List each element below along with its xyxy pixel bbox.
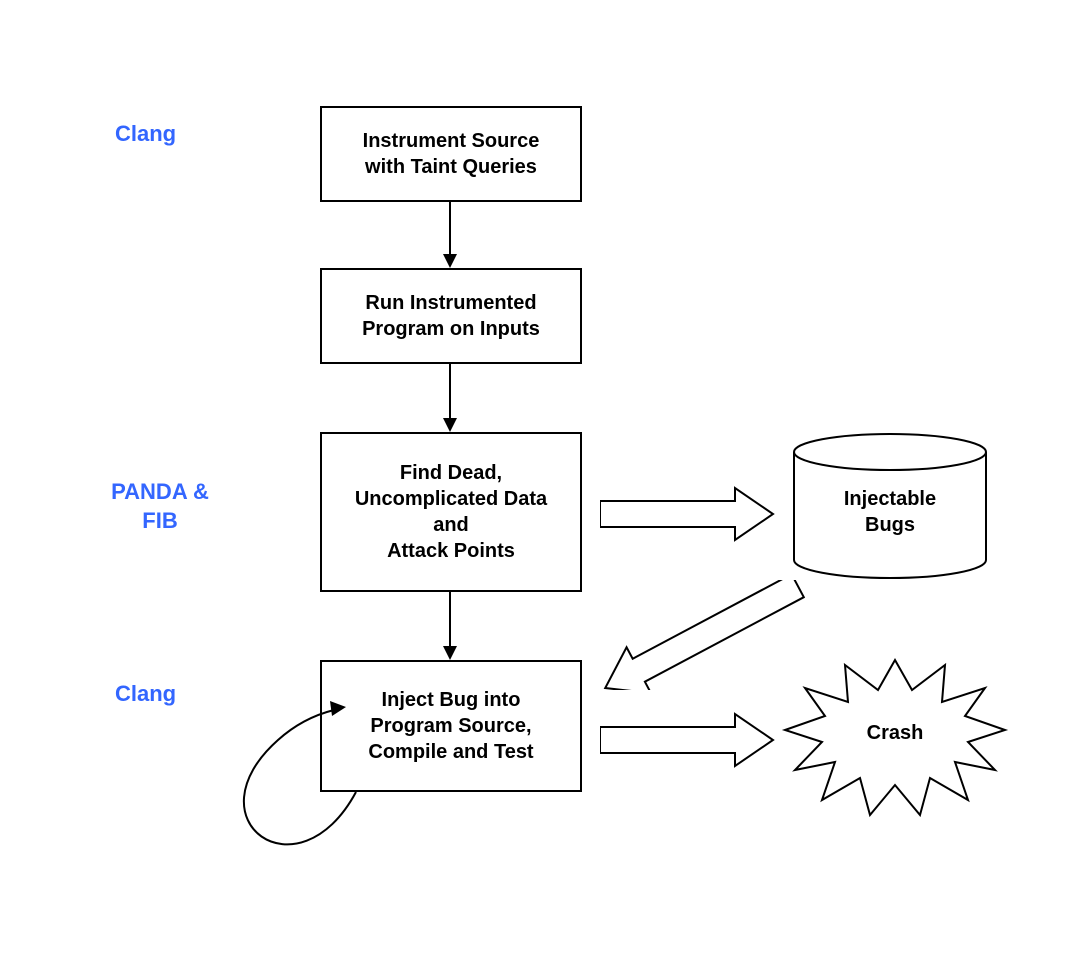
self-loop-box4: [218, 700, 388, 880]
block-arrow-to-datastore: [600, 486, 775, 542]
result-label: Crash: [780, 722, 1010, 745]
process-text: Instrument Sourcewith Taint Queries: [363, 128, 540, 180]
datastore-label: InjectableBugs: [790, 486, 990, 538]
process-text: Inject Bug intoProgram Source,Compile an…: [368, 687, 533, 765]
process-find-dead-data: Find Dead,Uncomplicated DataandAttack Po…: [320, 432, 582, 592]
arrow-b1-b2: [438, 202, 468, 268]
process-text: Run InstrumentedProgram on Inputs: [362, 290, 540, 342]
diagram-canvas: Clang PANDA &FIB Clang Instrument Source…: [0, 0, 1073, 953]
block-arrow-to-crash: [600, 712, 775, 768]
arrow-b3-b4: [438, 592, 468, 660]
block-arrow-from-datastore: [590, 580, 820, 690]
process-instrument-source: Instrument Sourcewith Taint Queries: [320, 106, 582, 202]
datastore-injectable-bugs: InjectableBugs: [790, 432, 990, 580]
process-run-instrumented: Run InstrumentedProgram on Inputs: [320, 268, 582, 364]
tool-label-clang-2: Clang: [115, 680, 176, 709]
tool-label-panda-fib: PANDA &FIB: [80, 478, 240, 535]
arrow-b2-b3: [438, 364, 468, 432]
tool-label-clang-1: Clang: [115, 120, 176, 149]
process-text: Find Dead,Uncomplicated DataandAttack Po…: [355, 460, 547, 564]
